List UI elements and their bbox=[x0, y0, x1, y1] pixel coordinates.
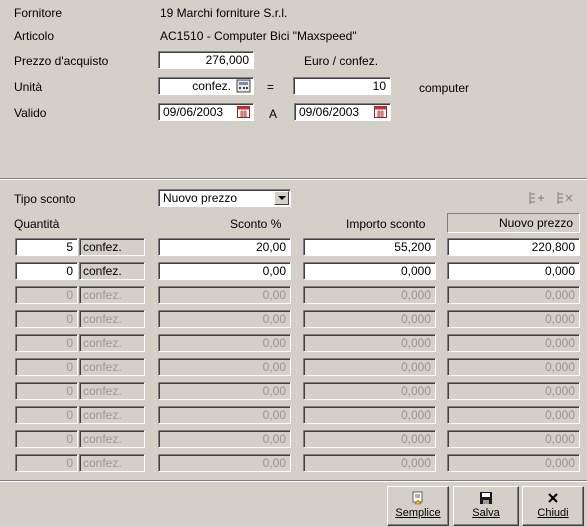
articolo-value: AC1510 - Computer Bici "Maxspeed" bbox=[160, 29, 357, 43]
col-nuovo-label: Nuovo prezzo bbox=[498, 216, 573, 230]
valido-to-value: 09/06/2003 bbox=[299, 105, 360, 119]
delete-row-icon[interactable] bbox=[556, 190, 574, 206]
row-sconto-input: 0,00 bbox=[158, 286, 291, 304]
row-sconto-input: 0,00 bbox=[158, 334, 291, 352]
calculator-icon[interactable] bbox=[236, 79, 252, 93]
row-quantita-input: 0 bbox=[15, 358, 78, 376]
row-sconto-input: 0,00 bbox=[158, 310, 291, 328]
tipo-sconto-label: Tipo sconto bbox=[14, 192, 76, 206]
prezzo-acquisto-label: Prezzo d'acquisto bbox=[14, 54, 109, 68]
close-x-icon bbox=[548, 493, 558, 503]
valido-sep-label: A bbox=[269, 107, 278, 121]
calendar-icon[interactable] bbox=[237, 106, 251, 119]
row-importo-input: 0,000 bbox=[303, 358, 436, 376]
chiudi-button[interactable]: Chiudi bbox=[522, 486, 584, 526]
row-importo-input: 0,000 bbox=[303, 454, 436, 472]
salva-button[interactable]: Salva bbox=[453, 486, 519, 526]
equals-label: = bbox=[267, 80, 275, 94]
row-sconto-input[interactable]: 20,00 bbox=[158, 238, 291, 256]
row-sconto-input: 0,00 bbox=[158, 358, 291, 376]
fornitore-value: 19 Marchi forniture S.r.l. bbox=[160, 6, 288, 20]
articolo-label: Articolo bbox=[14, 29, 55, 43]
row-nuovo-prezzo-input: 0,000 bbox=[447, 382, 580, 400]
row-quantita-input: 0 bbox=[15, 382, 78, 400]
tipo-sconto-select[interactable]: Nuovo prezzo bbox=[158, 189, 291, 207]
row-quantita-input: 0 bbox=[15, 334, 78, 352]
prezzo-acquisto-input[interactable]: 276,000 bbox=[158, 51, 254, 69]
semplice-button[interactable]: Semplice bbox=[387, 486, 449, 526]
col-nuovo-prezzo: Nuovo prezzo bbox=[447, 213, 580, 233]
row-quantita-input[interactable]: 0 bbox=[15, 262, 78, 280]
row-importo-input: 0,000 bbox=[303, 382, 436, 400]
section-divider bbox=[0, 178, 587, 180]
col-sconto: Sconto % bbox=[230, 217, 282, 231]
row-nuovo-prezzo-input: 0,000 bbox=[447, 286, 580, 304]
unita-value: confez. bbox=[192, 79, 231, 93]
row-quantita-input: 0 bbox=[15, 406, 78, 424]
row-unit-label: confez. bbox=[79, 430, 145, 448]
chevron-down-icon[interactable] bbox=[274, 191, 289, 205]
row-nuovo-prezzo-input: 0,000 bbox=[447, 358, 580, 376]
conv-unit-label: computer bbox=[419, 81, 470, 95]
simple-view-icon bbox=[412, 491, 423, 505]
row-importo-input[interactable]: 0,000 bbox=[303, 262, 436, 280]
row-quantita-input: 0 bbox=[15, 286, 78, 304]
row-unit-label: confez. bbox=[79, 406, 145, 424]
row-unit-label: confez. bbox=[79, 286, 145, 304]
row-importo-input: 0,000 bbox=[303, 286, 436, 304]
row-importo-input[interactable]: 55,200 bbox=[303, 238, 436, 256]
row-unit-label: confez. bbox=[79, 358, 145, 376]
row-nuovo-prezzo-input: 0,000 bbox=[447, 430, 580, 448]
row-importo-input: 0,000 bbox=[303, 310, 436, 328]
row-unit-label: confez. bbox=[79, 334, 145, 352]
row-nuovo-prezzo-input: 0,000 bbox=[447, 310, 580, 328]
valido-from-value: 09/06/2003 bbox=[163, 105, 224, 119]
row-quantita-input: 0 bbox=[15, 310, 78, 328]
floppy-disk-icon bbox=[480, 492, 492, 504]
valido-label: Valido bbox=[14, 106, 47, 120]
row-sconto-input: 0,00 bbox=[158, 406, 291, 424]
row-unit-label: confez. bbox=[79, 382, 145, 400]
row-nuovo-prezzo-input: 0,000 bbox=[447, 406, 580, 424]
row-unit-label: confez. bbox=[79, 310, 145, 328]
row-quantita-input: 0 bbox=[15, 430, 78, 448]
row-quantita-input: 0 bbox=[15, 454, 78, 472]
row-nuovo-prezzo-input[interactable]: 220,800 bbox=[447, 238, 580, 256]
row-nuovo-prezzo-input: 0,000 bbox=[447, 454, 580, 472]
prezzo-unit-label: Euro / confez. bbox=[304, 54, 379, 68]
row-quantita-input[interactable]: 5 bbox=[15, 238, 78, 256]
col-importo: Importo sconto bbox=[346, 217, 426, 231]
row-nuovo-prezzo-input[interactable]: 0,000 bbox=[447, 262, 580, 280]
row-importo-input: 0,000 bbox=[303, 430, 436, 448]
fornitore-label: Fornitore bbox=[14, 6, 63, 20]
row-sconto-input: 0,00 bbox=[158, 382, 291, 400]
calendar-icon[interactable] bbox=[374, 106, 388, 119]
footer-divider bbox=[0, 480, 587, 482]
unita-label: Unità bbox=[14, 80, 43, 94]
row-sconto-input: 0,00 bbox=[158, 454, 291, 472]
semplice-label: Semplice bbox=[395, 507, 441, 519]
row-importo-input: 0,000 bbox=[303, 334, 436, 352]
salva-label: Salva bbox=[472, 507, 500, 519]
row-sconto-input: 0,00 bbox=[158, 430, 291, 448]
row-unit-label: confez. bbox=[79, 238, 145, 256]
row-unit-label: confez. bbox=[79, 454, 145, 472]
row-importo-input: 0,000 bbox=[303, 406, 436, 424]
col-quantita: Quantità bbox=[14, 217, 60, 231]
row-nuovo-prezzo-input: 0,000 bbox=[447, 334, 580, 352]
row-unit-label: confez. bbox=[79, 262, 145, 280]
chiudi-label: Chiudi bbox=[537, 507, 569, 519]
tipo-sconto-value: Nuovo prezzo bbox=[163, 191, 238, 205]
row-sconto-input[interactable]: 0,00 bbox=[158, 262, 291, 280]
conversione-input[interactable]: 10 bbox=[293, 77, 391, 95]
insert-row-icon[interactable] bbox=[528, 190, 546, 206]
